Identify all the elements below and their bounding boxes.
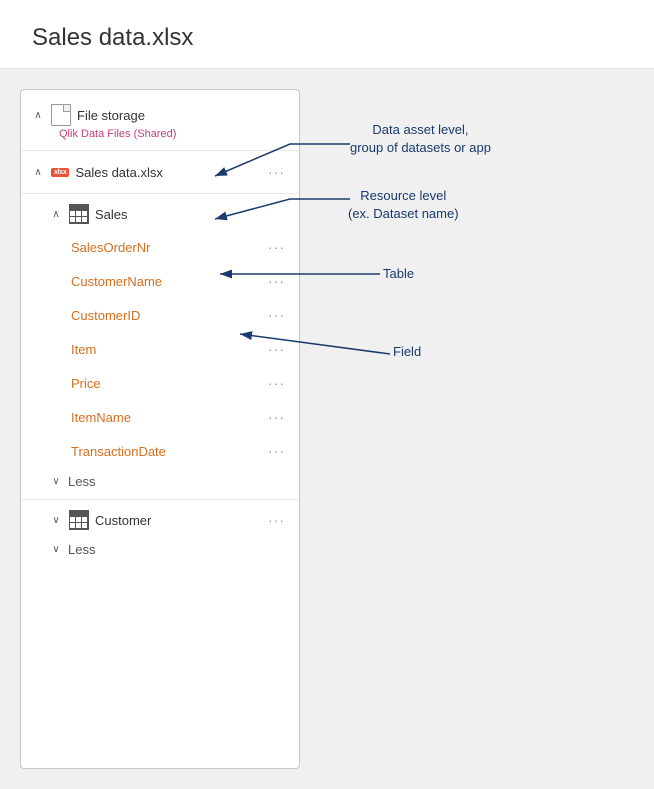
customer-table-icon <box>69 510 89 530</box>
annotation-resource: Resource level(ex. Dataset name) <box>348 187 459 223</box>
field-label-price: Price <box>71 376 258 391</box>
field-row-price[interactable]: Price ··· <box>21 366 299 400</box>
content-area: ∧ File storage Qlik Data Files (Shared) … <box>0 69 654 789</box>
field-menu-transactiondate-icon[interactable]: ··· <box>264 441 289 461</box>
header: Sales data.xlsx <box>0 0 654 69</box>
sales-file-menu-icon[interactable]: ··· <box>264 162 289 182</box>
chevron-up-2-icon[interactable]: ∧ <box>31 167 45 178</box>
less-label-1: Less <box>68 474 95 489</box>
table-icon <box>69 204 89 224</box>
field-menu-price-icon[interactable]: ··· <box>264 373 289 393</box>
chevron-up-icon[interactable]: ∧ <box>31 110 45 121</box>
divider-1 <box>21 150 299 151</box>
field-label-customername: CustomerName <box>71 274 258 289</box>
sales-table-label: Sales <box>95 207 289 222</box>
less-label-2: Less <box>68 542 95 557</box>
customer-table-row[interactable]: ∨ Customer ··· <box>21 504 299 536</box>
chevron-down-less2-icon[interactable]: ∨ <box>49 544 63 555</box>
annotation-field-text: Field <box>393 344 421 359</box>
file-storage-subtitle: Qlik Data Files (Shared) <box>21 128 299 146</box>
file-storage-label: File storage <box>77 108 289 123</box>
sales-file-row[interactable]: ∧ xlsx Sales data.xlsx ··· <box>21 155 299 189</box>
annotation-field: Field <box>393 343 421 361</box>
field-row-customername[interactable]: CustomerName ··· <box>21 264 299 298</box>
field-row-customerid[interactable]: CustomerID ··· <box>21 298 299 332</box>
field-label-customerid: CustomerID <box>71 308 258 323</box>
annotation-data-asset-text: Data asset level,group of datasets or ap… <box>350 122 491 155</box>
field-row-transactiondate[interactable]: TransactionDate ··· <box>21 434 299 468</box>
file-storage-row[interactable]: ∧ File storage <box>21 98 299 128</box>
chevron-up-3-icon[interactable]: ∧ <box>49 209 63 220</box>
chevron-down-less1-icon[interactable]: ∨ <box>49 476 63 487</box>
field-menu-itemname-icon[interactable]: ··· <box>264 407 289 427</box>
page: Sales data.xlsx ∧ File storage Qlik Data… <box>0 0 654 789</box>
divider-3 <box>21 499 299 500</box>
sales-table-row[interactable]: ∧ Sales <box>21 198 299 230</box>
customer-table-label: Customer <box>95 513 258 528</box>
customer-table-menu-icon[interactable]: ··· <box>264 510 289 530</box>
annotation-data-asset: Data asset level,group of datasets or ap… <box>350 121 491 157</box>
field-label-transactiondate: TransactionDate <box>71 444 258 459</box>
table-icon-cell <box>82 217 88 223</box>
field-menu-salesordernr-icon[interactable]: ··· <box>264 237 289 257</box>
field-row-salesordernr[interactable]: SalesOrderNr ··· <box>21 230 299 264</box>
less-row-2[interactable]: ∨ Less <box>21 536 299 563</box>
ti-cell <box>82 523 88 529</box>
annotation-resource-text: Resource level(ex. Dataset name) <box>348 188 459 221</box>
file-storage-icon <box>51 104 71 126</box>
divider-2 <box>21 193 299 194</box>
field-label-itemname: ItemName <box>71 410 258 425</box>
page-title: Sales data.xlsx <box>32 24 622 52</box>
field-menu-customerid-icon[interactable]: ··· <box>264 305 289 325</box>
field-menu-customername-icon[interactable]: ··· <box>264 271 289 291</box>
tree-panel: ∧ File storage Qlik Data Files (Shared) … <box>20 89 300 769</box>
field-label-item: Item <box>71 342 258 357</box>
field-row-itemname[interactable]: ItemName ··· <box>21 400 299 434</box>
annotation-table-text: Table <box>383 266 414 281</box>
sales-file-label: Sales data.xlsx <box>75 165 258 180</box>
field-menu-item-icon[interactable]: ··· <box>264 339 289 359</box>
annotation-table: Table <box>383 265 414 283</box>
chevron-down-customer-icon[interactable]: ∨ <box>49 515 63 526</box>
less-row-1[interactable]: ∨ Less <box>21 468 299 495</box>
xlsx-badge: xlsx <box>51 168 69 177</box>
field-row-item[interactable]: Item ··· <box>21 332 299 366</box>
field-label-salesordernr: SalesOrderNr <box>71 240 258 255</box>
